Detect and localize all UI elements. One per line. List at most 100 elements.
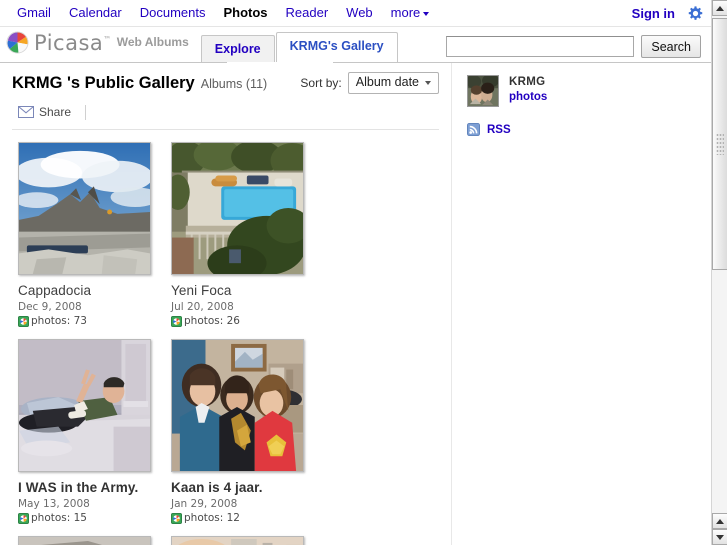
scrollbar-thumb[interactable] [712,18,727,270]
gear-icon[interactable] [685,3,705,23]
gbar-link-calendar[interactable]: Calendar [60,0,131,26]
gallery-column: KRMG 's Public Gallery Albums (11) Sort … [0,63,452,545]
album-thumbnail[interactable] [171,142,304,275]
album-photo-count: photos: 12 [171,512,304,524]
album-date: May 13, 2008 [18,498,151,510]
scroll-up-arrow-glyph [716,6,724,11]
tab-explore[interactable]: Explore [201,35,275,63]
album-photo-count: photos: 15 [18,512,151,524]
partial-album-thumbnail [172,537,303,545]
sign-in-link[interactable]: Sign in [622,6,685,21]
owner-block: KRMG photos [453,63,711,107]
album-card[interactable]: I WAS in the Army. May 13, 2008 photos: … [18,339,151,524]
avatar[interactable] [467,75,499,107]
album-date: Jan 29, 2008 [171,498,304,510]
vertical-scrollbar[interactable] [711,0,727,545]
tab-krmgs-gallery[interactable]: KRMG's Gallery [276,32,398,62]
chevron-down-icon [423,12,429,16]
search-button[interactable]: Search [641,35,701,58]
google-services-bar: Gmail Calendar Documents Photos Reader W… [0,0,711,27]
album-card[interactable] [171,536,304,545]
album-thumbnail[interactable] [18,536,151,545]
scroll-down-arrow-glyph [716,535,724,540]
picasa-wordmark-text: Picasa [34,31,103,55]
album-photo-count-label: photos: 15 [31,512,87,524]
album-photo-count-label: photos: 73 [31,315,87,327]
google-bar-right-group: Sign in [622,3,711,23]
picasa-header: Picasa™ Web Albums Explore KRMG's Galler… [0,28,711,62]
rss-icon [467,123,480,136]
sort-dropdown[interactable]: Album date [348,72,439,94]
album-title: Cappadocia [18,283,151,298]
album-title: Yeni Foca [171,283,304,298]
gbar-link-documents[interactable]: Documents [131,0,215,26]
rss-label: RSS [487,124,511,136]
gallery-title-row: KRMG 's Public Gallery Albums (11) Sort … [0,63,451,93]
search-area: Search [446,35,711,62]
scrollbar-grip [716,133,724,155]
album-grid: Cappadocia Dec 9, 2008 photos: 73 [0,130,451,545]
share-label: Share [39,105,71,119]
album-photo-count-label: photos: 26 [184,315,240,327]
album-photo-count-label: photos: 12 [184,512,240,524]
album-photo-count: photos: 73 [18,315,151,327]
sort-dropdown-value: Album date [356,76,419,89]
share-toolbar: Share [0,93,451,121]
scroll-up-arrow-glyph [716,519,724,524]
picasa-album-icon [18,316,29,327]
album-photo-count: photos: 26 [171,315,304,327]
page-title: KRMG 's Public Gallery [12,74,195,93]
album-card[interactable] [18,536,151,545]
album-title: Kaan is 4 jaar. [171,480,304,495]
chevron-down-icon [425,81,431,85]
partial-album-thumbnail [19,537,150,545]
user-avatar [468,76,498,106]
picasa-album-icon [18,513,29,524]
sidebar-column: KRMG photos RSS [453,63,711,545]
page-content: KRMG 's Public Gallery Albums (11) Sort … [0,63,711,545]
toolbar-divider [85,105,86,120]
gear-icon-glyph [688,6,703,21]
album-card[interactable]: Cappadocia Dec 9, 2008 photos: 73 [18,142,151,327]
family-portrait-thumbnail [172,340,303,471]
gbar-link-reader[interactable]: Reader [277,0,338,26]
owner-photos-link[interactable]: photos [509,91,547,103]
album-thumbnail[interactable] [171,339,304,472]
album-title: I WAS in the Army. [18,480,151,495]
album-card[interactable]: Kaan is 4 jaar. Jan 29, 2008 photos: 12 [171,339,304,524]
pool-terrace-thumbnail [172,143,303,274]
gbar-link-gmail[interactable]: Gmail [8,0,60,26]
album-thumbnail[interactable] [18,339,151,472]
sort-control: Sort by: Album date [300,72,439,94]
album-count-label: Albums (11) [201,77,267,91]
rss-link[interactable]: RSS [453,107,711,136]
picasa-album-icon [171,316,182,327]
scroll-up-arrow-bottom-icon[interactable] [712,513,727,529]
picasa-logo[interactable]: Picasa™ Web Albums [0,28,189,62]
gbar-link-web[interactable]: Web [337,0,382,26]
cappadocia-landscape-thumbnail [19,143,150,274]
scroll-down-arrow-icon[interactable] [712,529,727,545]
share-button[interactable]: Share [18,105,71,119]
scroll-up-arrow-icon[interactable] [712,0,727,16]
soldier-on-bed-thumbnail [19,340,150,471]
primary-tabs: Explore KRMG's Gallery [201,28,399,62]
picasa-wordmark: Picasa™ [34,31,112,55]
album-thumbnail[interactable] [18,142,151,275]
album-card[interactable]: Yeni Foca Jul 20, 2008 photos: 26 [171,142,304,327]
gbar-more-label: more [391,5,421,20]
owner-text-group: KRMG photos [509,75,547,103]
album-date: Dec 9, 2008 [18,301,151,313]
scrollbar-track[interactable] [712,16,727,529]
owner-name: KRMG [509,76,547,88]
gbar-link-more[interactable]: more [382,0,439,26]
album-thumbnail[interactable] [171,536,304,545]
sort-by-label: Sort by: [300,76,341,90]
picasa-pinwheel-icon [6,31,29,54]
envelope-icon [18,106,34,118]
trademark-symbol: ™ [103,35,112,44]
search-input[interactable] [446,36,634,57]
picasa-album-icon [171,513,182,524]
picasa-subtitle: Web Albums [117,35,189,49]
gbar-link-photos[interactable]: Photos [214,0,276,26]
